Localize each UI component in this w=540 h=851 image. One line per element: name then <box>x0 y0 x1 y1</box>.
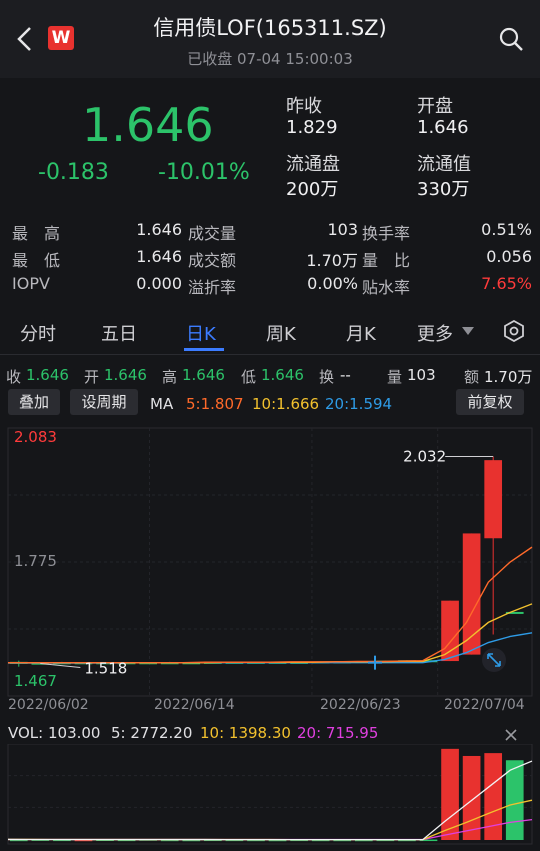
tab-monthly-k[interactable]: 月K <box>346 320 376 346</box>
header-bar: W 信用债LOF(165311.SZ) 已收盘 07-04 15:00:03 <box>0 0 540 78</box>
stat-label: 成交额 <box>188 251 237 270</box>
stat-label: IOPV <box>12 274 50 293</box>
stat-label: 溢折率 <box>188 278 237 297</box>
close-value: 1.646 <box>26 366 69 384</box>
prev-close-label: 昨收 <box>286 96 322 117</box>
ma-label: MA <box>150 395 174 413</box>
candle-body <box>484 460 503 539</box>
open-label: 开 <box>84 368 100 386</box>
ohlc-summary: 收 1.646 开 1.646 高 1.646 低 1.646 换 -- 量 1… <box>0 366 540 388</box>
ma10-value: 10:1.666 <box>252 395 320 413</box>
volume-value: 103 <box>407 366 436 384</box>
float-shares-value: 200万 <box>286 179 339 200</box>
y-tick-label: 1.775 <box>14 552 57 570</box>
ma20-value: 20:1.594 <box>325 395 393 413</box>
y-tick-label: 1.467 <box>14 672 57 690</box>
tab-five-day[interactable]: 五日 <box>101 320 137 346</box>
stat-label: 量 比 <box>362 251 411 270</box>
high-value: 1.646 <box>182 366 225 384</box>
volume-bar <box>462 755 481 840</box>
open-value: 1.646 <box>417 117 469 138</box>
volume-chart[interactable] <box>0 744 540 849</box>
x-tick-label: 2022/06/14 <box>154 697 235 713</box>
vol-ma10: 10: 1398.30 <box>200 724 291 742</box>
stat-label: 最 高 <box>12 224 61 243</box>
active-tab-indicator <box>184 348 224 351</box>
overlay-button[interactable]: 叠加 <box>8 389 60 415</box>
x-tick-label: 2022/06/23 <box>320 697 401 713</box>
close-label: 收 <box>6 368 22 386</box>
stat-value: 0.000 <box>136 274 182 293</box>
stat-value: 103 <box>327 220 358 239</box>
market-status: 已收盘 07-04 15:00:03 <box>187 50 353 68</box>
stat-label: 成交量 <box>188 224 237 243</box>
stat-value: 7.65% <box>481 274 532 293</box>
tab-more[interactable]: 更多 <box>417 320 453 346</box>
price-change: -0.183 <box>38 160 109 185</box>
stat-value: 0.51% <box>481 220 532 239</box>
x-tick-label: 2022/07/04 <box>444 697 525 713</box>
x-tick-label: 2022/06/02 <box>8 697 89 713</box>
float-value-label: 流通值 <box>417 154 471 175</box>
divider <box>0 354 540 355</box>
max-annotation: 2.032 <box>403 448 446 466</box>
amount-label: 额 <box>464 368 480 386</box>
low-value: 1.646 <box>261 366 304 384</box>
stat-label: 贴水率 <box>362 278 411 297</box>
tab-weekly-k[interactable]: 周K <box>266 320 296 346</box>
dropdown-triangle-icon <box>462 327 474 335</box>
prev-close-value: 1.829 <box>286 117 338 138</box>
turnover-value: -- <box>340 366 351 384</box>
float-value-value: 330万 <box>417 179 470 200</box>
adjust-button[interactable]: 前复权 <box>456 389 524 415</box>
stat-value: 0.00% <box>307 274 358 293</box>
ma-legend: MA 5:1.807 10:1.666 20:1.594 <box>150 395 450 415</box>
candle-body <box>441 600 459 662</box>
stat-value: 1.646 <box>136 220 182 239</box>
price-change-pct: -10.01% <box>158 160 250 185</box>
stat-value: 0.056 <box>486 247 532 266</box>
tab-intraday[interactable]: 分时 <box>20 320 56 346</box>
volume-label: 量 <box>387 368 403 386</box>
search-icon[interactable] <box>498 26 524 52</box>
open-label: 开盘 <box>417 96 453 117</box>
stat-label: 换手率 <box>362 224 411 243</box>
high-label: 高 <box>162 368 178 386</box>
open-value: 1.646 <box>104 366 147 384</box>
ma5-value: 5:1.807 <box>186 395 244 413</box>
y-tick-label: 2.083 <box>14 428 57 446</box>
stat-label: 最 低 <box>12 251 61 270</box>
stat-value: 1.646 <box>136 247 182 266</box>
settings-icon[interactable] <box>503 320 525 342</box>
set-period-button[interactable]: 设周期 <box>70 389 138 415</box>
period-tabs: 分时 五日 日K 周K 月K 更多 <box>0 308 540 354</box>
low-label: 低 <box>241 368 257 386</box>
float-shares-label: 流通盘 <box>286 154 340 175</box>
volume-legend: VOL: 103.00 5: 2772.20 10: 1398.30 20: 7… <box>0 724 540 744</box>
stat-value: 1.70万 <box>306 251 358 270</box>
amount-value: 1.70万 <box>484 368 533 386</box>
last-price: 1.646 <box>82 98 214 152</box>
min-annotation: 1.518 <box>84 659 127 677</box>
stats-grid: 最 高 1.646 成交量 103 换手率 0.51% 最 低 1.646 成交… <box>0 220 540 300</box>
vol-ma5: 5: 2772.20 <box>111 724 193 742</box>
turnover-label: 换 <box>319 368 335 386</box>
vol-value: VOL: 103.00 <box>8 724 101 742</box>
close-icon[interactable] <box>504 728 518 742</box>
vol-ma20: 20: 715.95 <box>297 724 379 742</box>
candlestick-chart[interactable]: 2.083 1.775 1.467 2.032 1.518 <box>0 420 540 720</box>
page-title: 信用债LOF(165311.SZ) <box>153 16 387 40</box>
tab-daily-k[interactable]: 日K <box>186 320 216 346</box>
